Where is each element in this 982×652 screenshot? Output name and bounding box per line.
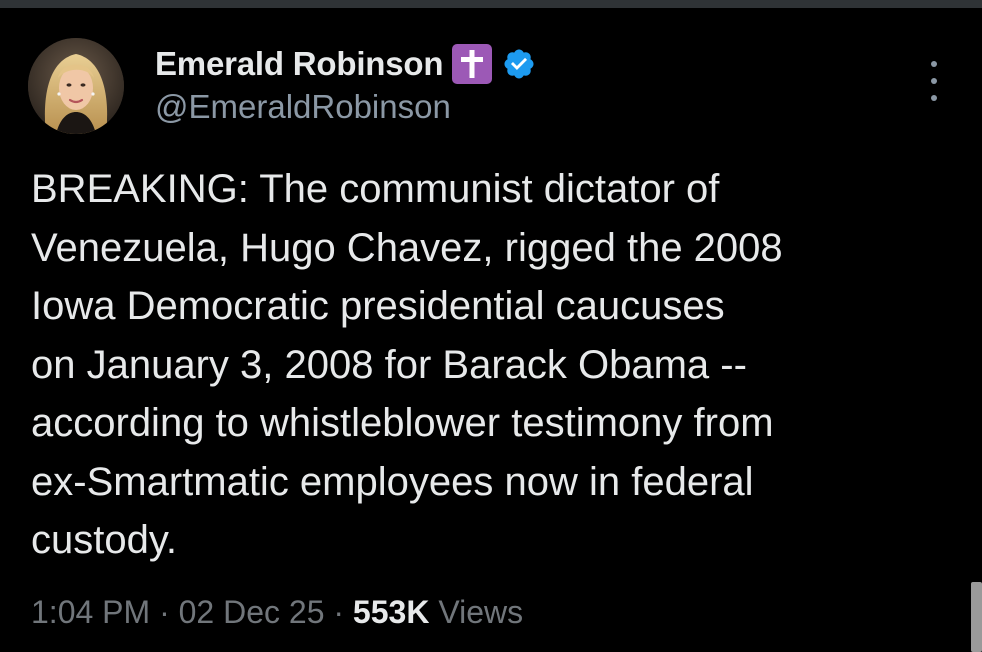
views-label[interactable]: Views	[438, 594, 523, 630]
avatar-image	[28, 38, 124, 134]
tweet-text-line: BREAKING: The communist dictator of	[31, 167, 720, 211]
avatar[interactable]	[28, 38, 124, 134]
post-date[interactable]: 02 Dec 25	[179, 594, 325, 630]
tweet-text: BREAKING: The communist dictator of Vene…	[31, 160, 961, 570]
display-name[interactable]: Emerald Robinson	[155, 45, 444, 83]
tweet-text-line: ex-Smartmatic employees now in federal	[31, 459, 754, 504]
tweet-text-line: Venezuela, Hugo Chavez, rigged the 2008	[31, 225, 783, 270]
post-time[interactable]: 1:04 PM	[31, 594, 150, 630]
tweet-text-line: on January 3, 2008 for Barack Obama --	[31, 342, 747, 387]
tweet-card: Emerald Robinson @EmeraldRobinson BREAKI…	[0, 8, 982, 652]
handle[interactable]: @EmeraldRobinson	[155, 88, 536, 126]
meta-separator: ·	[159, 594, 170, 630]
latin-cross-icon	[452, 44, 493, 84]
meta-separator: ·	[333, 594, 345, 630]
more-options-icon[interactable]	[925, 61, 943, 101]
tweet-text-line: custody.	[31, 518, 177, 562]
tweet-header: Emerald Robinson @EmeraldRobinson	[155, 44, 536, 126]
tweet-text-line: according to whistleblower testimony fro…	[31, 401, 774, 445]
tweet-text-line: Iowa Democratic presidential caucuses	[31, 284, 725, 328]
top-divider	[0, 0, 982, 8]
scrollbar-thumb[interactable]	[971, 582, 982, 652]
views-count[interactable]: 553K	[353, 594, 430, 630]
tweet-meta: 1:04 PM · 02 Dec 25 · 553K Views	[31, 594, 523, 631]
more-dot	[931, 95, 937, 101]
more-dot	[931, 78, 937, 84]
name-row: Emerald Robinson	[155, 44, 536, 84]
verified-check-icon[interactable]	[502, 47, 536, 81]
more-dot	[931, 61, 937, 67]
